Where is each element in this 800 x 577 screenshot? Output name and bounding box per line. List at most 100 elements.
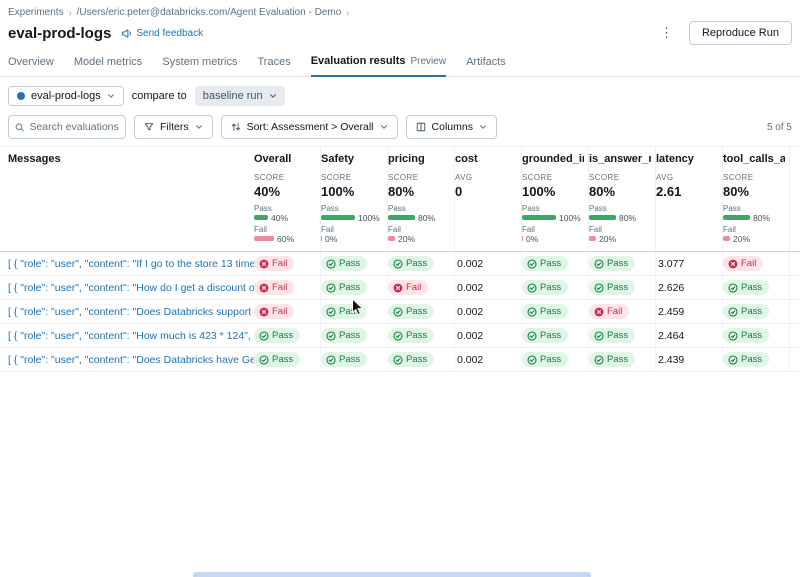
pass-circle-check-icon — [728, 307, 738, 317]
fail-rate-bar: 20% — [388, 234, 450, 243]
pass-badge[interactable]: Pass — [321, 352, 367, 367]
pass-badge[interactable]: Pass — [388, 304, 434, 319]
message-cell-link[interactable]: [ { "role": "user", "content": "How much… — [8, 330, 254, 342]
table-row[interactable]: [ { "role": "user", "content": "Does Dat… — [0, 348, 800, 372]
stat-value: 0 — [455, 184, 517, 199]
message-cell-link[interactable]: [ { "role": "user", "content": "Does Dat… — [8, 306, 254, 318]
pass-circle-check-icon — [527, 259, 537, 269]
pass-badge[interactable]: Pass — [321, 328, 367, 343]
fail-badge[interactable]: Fail — [589, 304, 629, 319]
pass-badge[interactable]: Pass — [388, 328, 434, 343]
column-header-grounded-in-t[interactable]: grounded_in_t...SCORE100%Pass100%Fail0% — [522, 147, 589, 251]
assessment-cell: Pass — [388, 348, 455, 371]
tab-label: Model metrics — [74, 56, 142, 68]
horizontal-scrollbar[interactable] — [193, 572, 591, 577]
fail-badge[interactable]: Fail — [254, 256, 294, 271]
stat-value: 100% — [321, 184, 383, 199]
column-header-safety[interactable]: SafetySCORE100%Pass100%Fail0% — [321, 147, 388, 251]
tab-overview[interactable]: Overview — [8, 55, 54, 76]
baseline-run-dropdown[interactable]: baseline run — [195, 86, 285, 106]
columns-button[interactable]: Columns — [406, 115, 497, 139]
pass-badge[interactable]: Pass — [723, 328, 769, 343]
tab-model-metrics[interactable]: Model metrics — [74, 55, 142, 76]
table-row[interactable]: [ { "role": "user", "content": "How much… — [0, 324, 800, 348]
sort-button[interactable]: Sort: Assessment > Overall — [221, 115, 398, 139]
tab-artifacts[interactable]: Artifacts — [466, 55, 506, 76]
breadcrumb-link-experiment-path[interactable]: /Users/eric.peter@databricks.com/Agent E… — [77, 7, 342, 18]
column-name: Safety — [321, 153, 383, 165]
pass-badge[interactable]: Pass — [589, 280, 635, 295]
send-feedback-link[interactable]: Send feedback — [121, 28, 203, 39]
assessment-cell: Pass — [589, 252, 656, 275]
pass-badge[interactable]: Pass — [723, 304, 769, 319]
pass-badge[interactable]: Pass — [589, 256, 635, 271]
table-row[interactable]: [ { "role": "user", "content": "Does Dat… — [0, 300, 800, 324]
pass-badge[interactable]: Pass — [522, 304, 568, 319]
columns-icon — [416, 122, 426, 132]
pass-circle-check-icon — [594, 355, 604, 365]
assessment-cell: Pass — [589, 276, 656, 299]
search-input[interactable] — [29, 121, 119, 133]
column-header-cost[interactable]: costAVG0 — [455, 147, 522, 251]
reproduce-run-button[interactable]: Reproduce Run — [689, 21, 792, 45]
column-header-is-answer-rel[interactable]: is_answer_rel...SCORE80%Pass80%Fail20% — [589, 147, 656, 251]
pass-badge[interactable]: Pass — [723, 280, 769, 295]
assessment-cell: Pass — [321, 276, 388, 299]
column-name: cost — [455, 153, 517, 165]
pass-badge[interactable]: Pass — [589, 352, 635, 367]
tab-traces[interactable]: Traces — [258, 55, 291, 76]
filters-button[interactable]: Filters — [134, 115, 213, 139]
column-header-overall[interactable]: OverallSCORE40%Pass40%Fail60% — [254, 147, 321, 251]
message-cell-link[interactable]: [ { "role": "user", "content": "If I go … — [8, 258, 254, 270]
assessment-cell: Pass — [321, 300, 388, 323]
messages-column-header[interactable]: Messages — [8, 147, 254, 251]
pass-rate-bar: 80% — [589, 213, 651, 222]
assessment-cell: Fail — [254, 276, 321, 299]
stat-type-label: AVG — [656, 173, 718, 182]
kebab-menu-button[interactable]: ⋮ — [654, 23, 679, 43]
fail-badge[interactable]: Fail — [723, 256, 763, 271]
pass-badge[interactable]: Pass — [522, 352, 568, 367]
assessment-cell: Pass — [321, 348, 388, 371]
pass-badge[interactable]: Pass — [589, 328, 635, 343]
fail-rate-bar: 20% — [723, 234, 785, 243]
message-cell-link[interactable]: [ { "role": "user", "content": "Does Dat… — [8, 354, 254, 366]
tab-evaluation-results[interactable]: Evaluation resultsPreview — [311, 55, 446, 77]
pass-badge[interactable]: Pass — [388, 256, 434, 271]
pass-badge[interactable]: Pass — [522, 328, 568, 343]
pass-badge[interactable]: Pass — [254, 352, 300, 367]
pass-badge[interactable]: Pass — [388, 352, 434, 367]
fail-badge[interactable]: Fail — [254, 280, 294, 295]
fail-badge[interactable]: Fail — [388, 280, 428, 295]
metric-value-cell: 0.002 — [455, 276, 522, 299]
column-header-latency[interactable]: latencyAVG2.61 — [656, 147, 723, 251]
column-name: Overall — [254, 153, 316, 165]
stat-type-label: SCORE — [522, 173, 584, 182]
assessment-cell: Pass — [522, 348, 589, 371]
column-header-tool-calls-are[interactable]: tool_calls_are...SCORE80%Pass80%Fail20% — [723, 147, 790, 251]
run-selector-dropdown[interactable]: eval-prod-logs — [8, 86, 124, 106]
filter-funnel-icon — [144, 122, 154, 132]
message-cell-link[interactable]: [ { "role": "user", "content": "How do I… — [8, 282, 254, 294]
fail-badge[interactable]: Fail — [254, 304, 294, 319]
tab-system-metrics[interactable]: System metrics — [162, 55, 237, 76]
pass-circle-check-icon — [594, 331, 604, 341]
pass-badge[interactable]: Pass — [321, 304, 367, 319]
assessment-cell: Pass — [522, 324, 589, 347]
pass-badge[interactable]: Pass — [321, 256, 367, 271]
metric-value-cell: 0.002 — [455, 348, 522, 371]
page-title: eval-prod-logs — [8, 25, 111, 42]
fail-rate-bar: 60% — [254, 234, 316, 243]
fail-circle-x-icon — [594, 307, 604, 317]
table-row[interactable]: [ { "role": "user", "content": "How do I… — [0, 276, 800, 300]
column-header-pricing[interactable]: pricingSCORE80%Pass80%Fail20% — [388, 147, 455, 251]
pass-badge[interactable]: Pass — [321, 280, 367, 295]
pass-badge[interactable]: Pass — [522, 256, 568, 271]
breadcrumb-link-experiments[interactable]: Experiments — [8, 7, 64, 18]
pass-badge[interactable]: Pass — [723, 352, 769, 367]
chevron-down-icon — [107, 92, 115, 100]
pass-badge[interactable]: Pass — [254, 328, 300, 343]
pass-badge[interactable]: Pass — [522, 280, 568, 295]
pass-circle-check-icon — [259, 355, 269, 365]
table-row[interactable]: [ { "role": "user", "content": "If I go … — [0, 252, 800, 276]
